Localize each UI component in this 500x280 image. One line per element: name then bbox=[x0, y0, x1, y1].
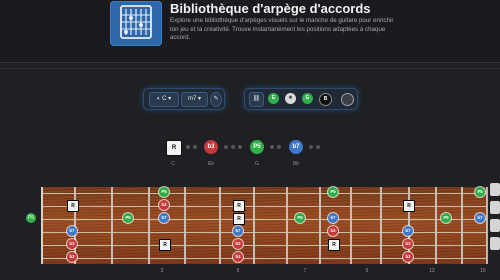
fretboard-root-note[interactable]: R bbox=[403, 200, 415, 212]
fret-number: 7 bbox=[303, 268, 307, 274]
separator-dot bbox=[277, 145, 281, 149]
open-string-note[interactable]: P5 bbox=[26, 213, 36, 223]
fretboard-note[interactable]: b3 bbox=[403, 252, 413, 262]
gear-icon: ✷ bbox=[288, 95, 293, 101]
fretboard-note[interactable]: b7 bbox=[403, 226, 413, 236]
fret-line bbox=[486, 187, 488, 264]
scroll-handle[interactable] bbox=[490, 201, 500, 214]
chord-note-name: Eb bbox=[207, 161, 215, 167]
fret-line bbox=[350, 187, 352, 264]
fretboard-note[interactable]: b3 bbox=[233, 239, 243, 249]
separator-dot bbox=[238, 145, 242, 149]
fretboard-note[interactable]: P5 bbox=[328, 187, 338, 197]
page-title: Bibliothèque d'arpège d'accords bbox=[170, 1, 371, 16]
fretboard-note[interactable]: b3 bbox=[67, 239, 77, 249]
divider bbox=[0, 68, 500, 69]
chord-tones: R C b3 Eb P5 G b7 Bb bbox=[0, 140, 500, 170]
fret-line bbox=[219, 187, 221, 264]
fret-line bbox=[380, 187, 382, 264]
separator-dot bbox=[316, 145, 320, 149]
fret-line bbox=[461, 187, 463, 264]
string bbox=[43, 206, 487, 207]
fret-line bbox=[111, 187, 113, 264]
fretboard: P5 P5 P5 P5 P5 P5 R R R R R R b7 b7 b7 b… bbox=[41, 187, 488, 264]
scroll-handle[interactable] bbox=[490, 183, 500, 196]
fretboard-note[interactable]: b7 bbox=[233, 226, 243, 236]
fretboard-root-note[interactable]: R bbox=[233, 213, 245, 225]
fretboard-note[interactable]: P5 bbox=[475, 187, 485, 197]
fret-line bbox=[253, 187, 255, 264]
string bbox=[43, 193, 487, 194]
header: Bibliothèque d'arpège d'accords Explore … bbox=[0, 0, 500, 63]
separator-dot bbox=[270, 145, 274, 149]
chevron-down-icon: ▾ bbox=[198, 96, 202, 102]
chord-note-root[interactable]: R bbox=[166, 140, 182, 156]
pencil-icon: ✎ bbox=[213, 96, 219, 102]
edit-button[interactable]: ✎ bbox=[210, 92, 222, 107]
fretboard-note[interactable]: b3 bbox=[233, 252, 243, 262]
separator-dot bbox=[231, 145, 235, 149]
string bbox=[43, 219, 487, 220]
chord-note-name: Bb bbox=[292, 161, 300, 167]
chord-note-name: G bbox=[255, 161, 259, 167]
arpeggio-book-icon bbox=[110, 1, 162, 46]
toggle-button[interactable] bbox=[341, 93, 354, 106]
fretboard-note[interactable]: b3 bbox=[159, 200, 169, 210]
fret-number: 12 bbox=[429, 268, 435, 274]
separator-dot bbox=[186, 145, 190, 149]
fret-number: 9 bbox=[365, 268, 369, 274]
settings-chip[interactable]: ✷ bbox=[285, 93, 296, 104]
fret-line bbox=[319, 187, 321, 264]
fretboard-note[interactable]: b3 bbox=[328, 226, 338, 236]
fretboard-root-note[interactable]: R bbox=[159, 239, 171, 251]
chord-type-value: m7 bbox=[187, 96, 197, 102]
fretboard-note[interactable]: b7 bbox=[328, 213, 338, 223]
chord-note-seventh[interactable]: b7 bbox=[289, 140, 303, 154]
fretboard-note[interactable]: P5 bbox=[123, 213, 133, 223]
chevron-down-icon: ▾ bbox=[168, 96, 172, 102]
moon-icon: ◐ bbox=[156, 96, 161, 102]
chip-e[interactable]: E bbox=[268, 93, 279, 104]
fretboard-note[interactable]: b7 bbox=[475, 213, 485, 223]
chord-note-third[interactable]: b3 bbox=[204, 140, 218, 154]
chip-g[interactable]: G bbox=[302, 93, 313, 104]
fret-line bbox=[286, 187, 288, 264]
fretboard-note[interactable]: b7 bbox=[67, 226, 77, 236]
separator-dot bbox=[224, 145, 228, 149]
fret-line bbox=[148, 187, 150, 264]
key-value: C bbox=[162, 96, 167, 102]
string bbox=[43, 245, 487, 246]
key-select[interactable]: ◐ C ▾ bbox=[149, 92, 179, 107]
link-button[interactable]: ⛓ bbox=[249, 92, 264, 107]
chord-note-name: C bbox=[171, 161, 175, 167]
fretboard-root-note[interactable]: R bbox=[328, 239, 340, 251]
separator-dot bbox=[309, 145, 313, 149]
separator-dot bbox=[193, 145, 197, 149]
fretboard-note[interactable]: b3 bbox=[67, 252, 77, 262]
fretboard-note[interactable]: P5 bbox=[295, 213, 305, 223]
fret-number: 3 bbox=[160, 268, 164, 274]
scroll-handle[interactable] bbox=[490, 237, 500, 250]
fretboard-root-note[interactable]: R bbox=[67, 200, 79, 212]
fret-line bbox=[184, 187, 186, 264]
string bbox=[43, 258, 487, 259]
chord-note-fifth[interactable]: P5 bbox=[250, 140, 264, 154]
link-icon: ⛓ bbox=[252, 96, 261, 102]
chip-b[interactable]: B bbox=[319, 93, 332, 106]
scroll-handle[interactable] bbox=[490, 219, 500, 232]
display-toolbar: ⛓ E ✷ G B bbox=[244, 88, 358, 110]
fretboard-note[interactable]: b3 bbox=[403, 239, 413, 249]
fretboard-note[interactable]: P5 bbox=[441, 213, 451, 223]
fretboard-root-note[interactable]: R bbox=[233, 200, 245, 212]
chord-select-toolbar: ◐ C ▾ m7 ▾ ✎ bbox=[143, 88, 225, 110]
fret-number: 15 bbox=[480, 268, 486, 274]
fretboard-note[interactable]: P5 bbox=[159, 187, 169, 197]
fret-number: 5 bbox=[236, 268, 240, 274]
chord-type-select[interactable]: m7 ▾ bbox=[181, 92, 208, 107]
fretboard-note[interactable]: b7 bbox=[159, 213, 169, 223]
string bbox=[43, 232, 487, 233]
page-description: Explore une bibliothèque d'arpèges visue… bbox=[170, 17, 394, 41]
fret-line bbox=[435, 187, 437, 264]
